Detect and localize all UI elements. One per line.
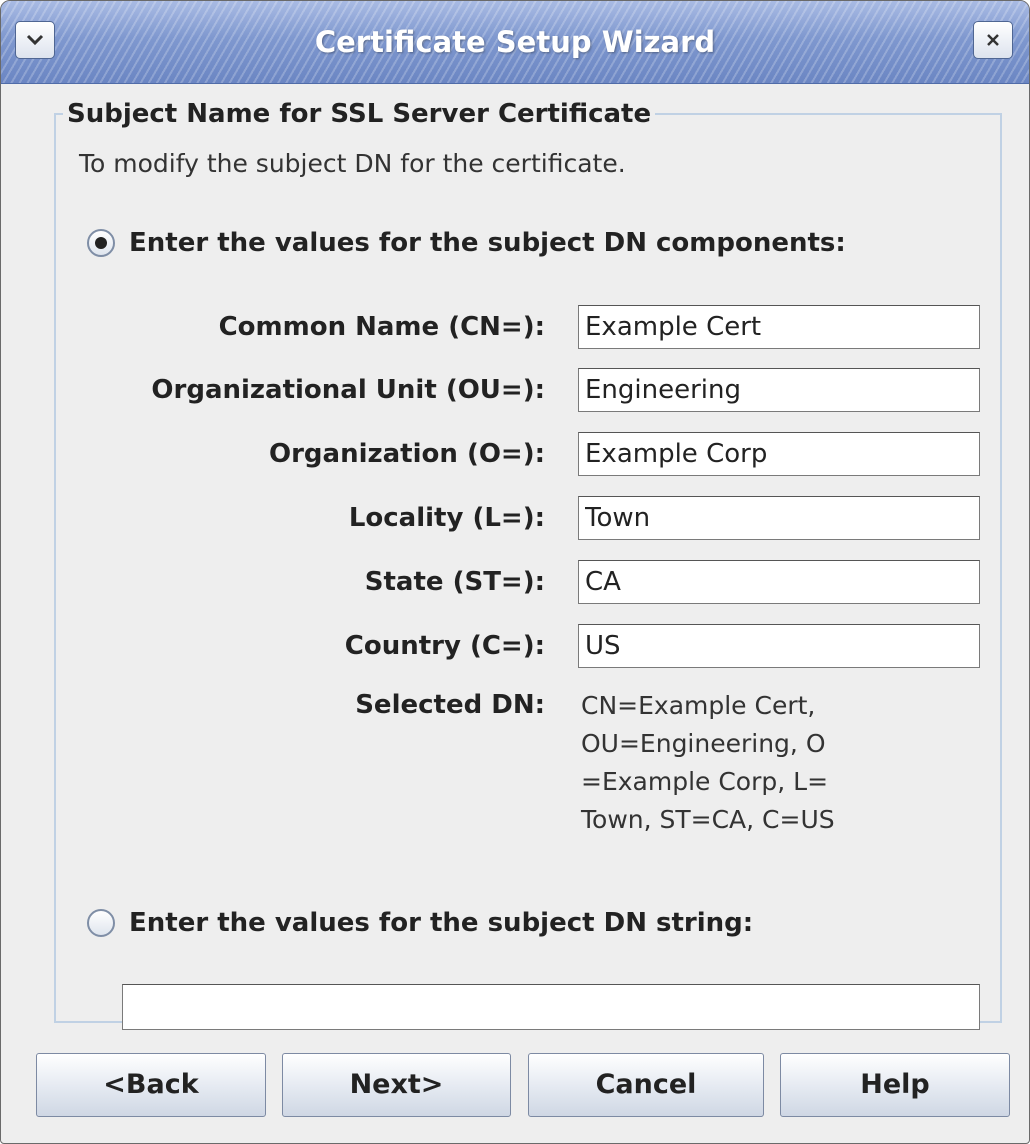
group-title: Subject Name for SSL Server Certificate: [63, 97, 656, 131]
next-button[interactable]: Next>: [282, 1053, 511, 1117]
radio-string-button[interactable]: [87, 909, 115, 937]
country-label: Country (C=):: [344, 631, 545, 661]
dn-string-input[interactable]: [122, 984, 980, 1030]
help-button[interactable]: Help: [780, 1053, 1010, 1117]
common-name-label: Common Name (CN=):: [218, 312, 545, 342]
org-unit-input[interactable]: [578, 368, 980, 412]
title-bar[interactable]: Certificate Setup Wizard: [1, 1, 1029, 84]
org-unit-label: Organizational Unit (OU=):: [151, 375, 545, 405]
radio-components-label: Enter the values for the subject DN comp…: [129, 228, 846, 258]
state-label: State (ST=):: [364, 567, 545, 597]
organization-input[interactable]: [578, 432, 980, 476]
radio-dn-components[interactable]: Enter the values for the subject DN comp…: [87, 225, 846, 261]
radio-selected-dot: [95, 237, 107, 249]
radio-string-label: Enter the values for the subject DN stri…: [129, 908, 754, 938]
locality-input[interactable]: [578, 496, 980, 540]
country-input[interactable]: [578, 624, 980, 668]
group-description: To modify the subject DN for the certifi…: [79, 149, 626, 178]
close-icon: [987, 34, 999, 46]
selected-dn-label: Selected DN:: [355, 690, 545, 720]
cancel-button[interactable]: Cancel: [528, 1053, 764, 1117]
common-name-input[interactable]: [578, 305, 980, 349]
organization-label: Organization (O=):: [269, 439, 545, 469]
window-close-button[interactable]: [973, 21, 1013, 59]
radio-components-button[interactable]: [87, 229, 115, 257]
wizard-window: Certificate Setup Wizard Subject Name fo…: [0, 0, 1030, 1144]
window-title: Certificate Setup Wizard: [314, 25, 716, 59]
back-button[interactable]: <Back: [36, 1053, 266, 1117]
locality-label: Locality (L=):: [348, 503, 545, 533]
radio-dn-string[interactable]: Enter the values for the subject DN stri…: [87, 905, 753, 941]
selected-dn-value: CN=Example Cert, OU=Engineering, O=Examp…: [581, 691, 835, 834]
state-input[interactable]: [578, 560, 980, 604]
